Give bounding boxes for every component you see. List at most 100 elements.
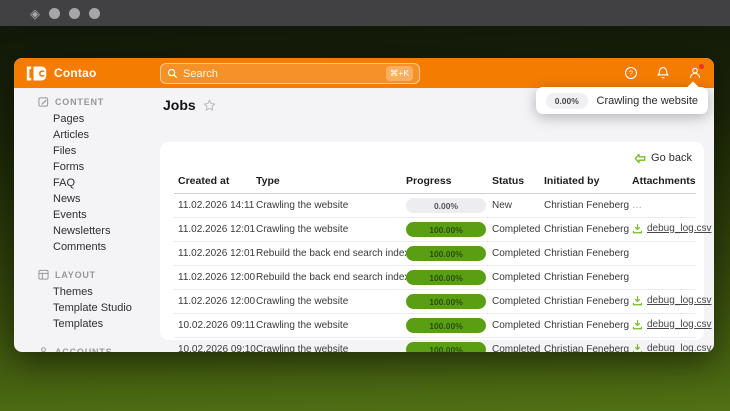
download-icon xyxy=(632,319,643,330)
sidebar: Content Pages Articles Files Forms FAQ N… xyxy=(14,88,155,352)
window-control-dot[interactable] xyxy=(49,8,60,19)
help-icon[interactable]: ? xyxy=(623,66,638,81)
cell-attachments: debug_log.csv xyxy=(628,338,696,353)
brand-name: Contao xyxy=(54,66,97,80)
profile-icon[interactable] xyxy=(687,66,702,81)
cell-attachments: debug_log.csv xyxy=(628,290,696,314)
cell-progress: 100.00% xyxy=(402,338,488,353)
attachment-link[interactable]: debug_log.csv xyxy=(632,295,712,306)
sidebar-item-faq[interactable]: FAQ xyxy=(38,175,155,191)
cell-progress: 0.00% xyxy=(402,194,488,218)
cell-initiated-by: Christian Feneberg xyxy=(540,194,628,218)
cell-type: Crawling the website xyxy=(252,290,402,314)
progress-pill: 100.00% xyxy=(406,342,486,352)
app-header: Contao ⌘+K ? xyxy=(14,58,714,88)
cell-status: Completed xyxy=(488,242,540,266)
window-control-dot[interactable] xyxy=(89,8,100,19)
attachment-filename: debug_log.csv xyxy=(647,223,712,234)
search-input[interactable] xyxy=(183,68,381,80)
sidebar-section-label: Accounts xyxy=(55,347,112,353)
sidebar-item-themes[interactable]: Themes xyxy=(38,284,155,300)
cell-status: Completed xyxy=(488,218,540,242)
cell-status: New xyxy=(488,194,540,218)
cell-attachments: … xyxy=(628,194,696,218)
download-icon xyxy=(632,343,643,353)
attachment-filename: debug_log.csv xyxy=(647,295,712,306)
col-status: Status xyxy=(488,170,540,194)
cell-status: Completed xyxy=(488,266,540,290)
cell-status: Completed xyxy=(488,314,540,338)
col-attachments: Attachments xyxy=(628,170,696,194)
cell-type: Rebuild the back end search index xyxy=(252,242,402,266)
brand[interactable]: Contao xyxy=(26,66,97,81)
progress-pill: 100.00% xyxy=(406,318,486,333)
search-box[interactable]: ⌘+K xyxy=(160,63,420,84)
page-title: Jobs xyxy=(163,97,196,113)
favorite-star-icon[interactable] xyxy=(203,99,216,112)
sidebar-item-forms[interactable]: Forms xyxy=(38,159,155,175)
cell-progress: 100.00% xyxy=(402,266,488,290)
sidebar-item-pages[interactable]: Pages xyxy=(38,111,155,127)
cell-type: Crawling the website xyxy=(252,218,402,242)
sidebar-item-templates[interactable]: Templates xyxy=(38,316,155,332)
col-type: Type xyxy=(252,170,402,194)
jobs-table: Created at Type Progress Status Initiate… xyxy=(174,170,696,352)
cell-type: Crawling the website xyxy=(252,314,402,338)
sidebar-section: Layout Themes Template Studio Templates xyxy=(38,269,155,332)
browser-topbar: ◈ xyxy=(0,0,730,26)
table-row: 11.02.2026 12:00 Rebuild the back end se… xyxy=(174,266,696,290)
col-initiated-by: Initiated by xyxy=(540,170,628,194)
attachment-link[interactable]: debug_log.csv xyxy=(632,223,712,234)
cell-created-at: 11.02.2026 14:11 xyxy=(174,194,252,218)
cell-initiated-by: Christian Feneberg xyxy=(540,338,628,353)
progress-pill: 100.00% xyxy=(406,246,486,261)
sidebar-item-news[interactable]: News xyxy=(38,191,155,207)
progress-pill: 100.00% xyxy=(406,294,486,309)
sidebar-item-template-studio[interactable]: Template Studio xyxy=(38,300,155,316)
sidebar-section-header[interactable]: Layout xyxy=(38,269,155,280)
sidebar-item-comments[interactable]: Comments xyxy=(38,239,155,255)
popover-progress-pill: 0.00% xyxy=(546,93,588,109)
sidebar-sections: Content Pages Articles Files Forms FAQ N… xyxy=(38,96,155,352)
bell-icon[interactable] xyxy=(655,66,670,81)
col-progress: Progress xyxy=(402,170,488,194)
go-back-link[interactable]: Go back xyxy=(160,142,704,166)
cell-attachments: debug_log.csv xyxy=(628,314,696,338)
cell-status: Completed xyxy=(488,338,540,353)
sidebar-item-newsletters[interactable]: Newsletters xyxy=(38,223,155,239)
sidebar-section-header[interactable]: Accounts xyxy=(38,346,155,352)
sidebar-item-events[interactable]: Events xyxy=(38,207,155,223)
cell-status: Completed xyxy=(488,290,540,314)
layout-icon xyxy=(38,269,49,280)
table-row: 11.02.2026 12:00 Crawling the website 10… xyxy=(174,290,696,314)
search-icon xyxy=(167,68,178,79)
cell-progress: 100.00% xyxy=(402,242,488,266)
col-created-at: Created at xyxy=(174,170,252,194)
attachment-link[interactable]: debug_log.csv xyxy=(632,319,712,330)
cell-created-at: 10.02.2026 09:11 xyxy=(174,314,252,338)
cell-created-at: 10.02.2026 09:10 xyxy=(174,338,252,353)
attachment-link[interactable]: debug_log.csv xyxy=(632,343,712,353)
cell-initiated-by: Christian Feneberg xyxy=(540,242,628,266)
table-row: 10.02.2026 09:10 Crawling the website 10… xyxy=(174,338,696,353)
main-content: Jobs Go back xyxy=(155,88,714,352)
desktop-background: ◈ Contao ⌘+K xyxy=(0,0,730,411)
search-shortcut-hint: ⌘+K xyxy=(386,66,413,81)
cell-progress: 100.00% xyxy=(402,218,488,242)
download-icon xyxy=(632,295,643,306)
cell-initiated-by: Christian Feneberg xyxy=(540,266,628,290)
diamond-icon[interactable]: ◈ xyxy=(30,7,40,20)
sidebar-item-files[interactable]: Files xyxy=(38,143,155,159)
progress-pill: 100.00% xyxy=(406,222,486,237)
cell-created-at: 11.02.2026 12:00 xyxy=(174,266,252,290)
job-status-popover: 0.00% Crawling the website xyxy=(536,87,708,114)
sidebar-item-articles[interactable]: Articles xyxy=(38,127,155,143)
attachment-filename: debug_log.csv xyxy=(647,319,712,330)
sidebar-section-label: Layout xyxy=(55,270,96,280)
sidebar-section-header[interactable]: Content xyxy=(38,96,155,107)
cell-type: Crawling the website xyxy=(252,338,402,353)
window-control-dot[interactable] xyxy=(69,8,80,19)
edit-icon xyxy=(38,96,49,107)
cell-attachments xyxy=(628,242,696,266)
popover-job-label: Crawling the website xyxy=(597,95,699,107)
